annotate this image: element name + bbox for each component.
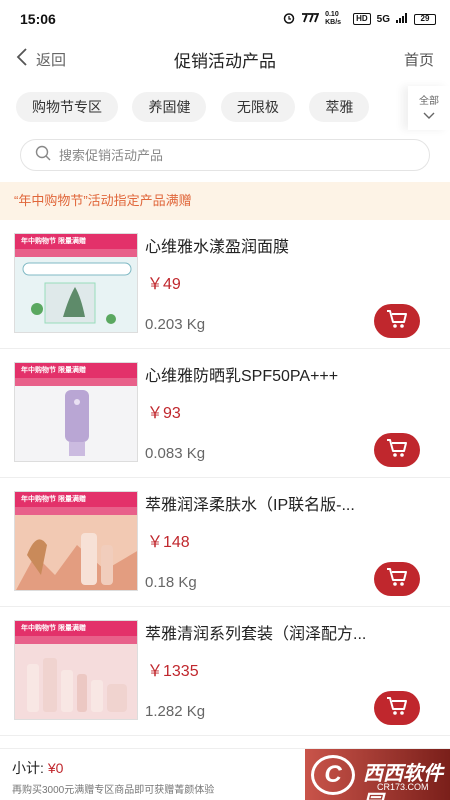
product-image: 年中购物节 限量满赠 [14, 491, 138, 591]
status-time: 15:06 [20, 11, 56, 27]
subtotal-label: 小计: [12, 760, 44, 776]
product-item[interactable]: 年中购物节 限量满赠 萃雅润泽柔肤水（IP联名版-... ￥148 0.18 K… [0, 478, 450, 607]
back-label: 返回 [36, 51, 67, 69]
chevron-left-icon [16, 47, 28, 72]
watermark-text: 西西软件园 [363, 763, 443, 800]
carrier-icon [301, 12, 320, 26]
cart-icon [386, 309, 408, 334]
status-icons: 0.10 KB/s HD 5G 29 [283, 11, 436, 27]
thumb-subbar [15, 507, 137, 515]
product-item[interactable]: 年中购物节 限量满赠 心维雅水漾盈润面膜 ￥49 0.203 Kg [0, 220, 450, 349]
product-name: 萃雅清润系列套装（润泽配方... [145, 626, 367, 643]
toner-product-illustration [15, 515, 137, 590]
signal-label: 5G [376, 13, 390, 25]
subtotal: 小计: ¥0 [12, 758, 63, 778]
thumb-banner: 年中购物节 限量满赠 [15, 363, 137, 378]
add-to-cart-button[interactable] [374, 433, 420, 467]
add-to-cart-button[interactable] [374, 304, 420, 338]
product-price: ￥93 [147, 405, 181, 422]
product-name: 心维雅水漾盈润面膜 [145, 239, 290, 256]
product-image: 年中购物节 限量满赠 [14, 620, 138, 720]
tab-scroll: 购物节专区 养固健 无限极 萃雅 [16, 92, 408, 124]
nav-bar: 返回 促销活动产品 首页 [0, 38, 450, 80]
thumb-subbar [15, 636, 137, 644]
all-categories-button[interactable]: 全部 [408, 86, 450, 130]
search-bar [20, 139, 430, 171]
tab-shopping-festival[interactable]: 购物节专区 [16, 92, 118, 122]
product-weight: 0.18 Kg [145, 574, 197, 591]
page-title: 促销活动产品 [174, 51, 276, 71]
search-icon [35, 145, 51, 166]
product-item[interactable]: 年中购物节 限量满赠 萃雅清润系列套装（润泽配方... ￥1335 1.282 … [0, 607, 450, 736]
sunscreen-product-illustration [15, 386, 137, 461]
product-price: ￥148 [147, 534, 190, 551]
product-price: ￥1335 [147, 663, 199, 680]
product-name: 萃雅润泽柔肤水（IP联名版-... [145, 497, 355, 514]
tab-yanggujian[interactable]: 养固健 [132, 92, 207, 122]
tab-wuxianji[interactable]: 无限极 [220, 92, 295, 122]
tab-cuiya[interactable]: 萃雅 [309, 92, 370, 122]
alarm-icon [283, 12, 295, 27]
product-list: 年中购物节 限量满赠 心维雅水漾盈润面膜 ￥49 0.203 Kg 年中购物节 … [0, 220, 450, 748]
product-price: ￥49 [147, 276, 181, 293]
category-tabs: 购物节专区 养固健 无限极 萃雅 全部 [0, 86, 450, 130]
skincare-set-illustration [15, 644, 137, 719]
search-input[interactable] [59, 147, 399, 163]
hd-badge: HD [353, 13, 371, 25]
cart-icon [386, 696, 408, 721]
watermark-sub: CR173.COM [377, 782, 429, 792]
mask-product-illustration [15, 257, 137, 332]
home-link[interactable]: 首页 [404, 49, 434, 70]
product-image: 年中购物节 限量满赠 [14, 362, 138, 462]
thumb-banner: 年中购物节 限量满赠 [15, 492, 137, 507]
product-item[interactable]: 年中购物节 限量满赠 心维雅防晒乳SPF50PA+++ ￥93 0.083 Kg [0, 349, 450, 478]
thumb-subbar [15, 378, 137, 386]
watermark-logo-icon: C [311, 755, 355, 795]
gift-tip: 再购买3000元满赠专区商品即可获赠菁颜体验 [12, 785, 215, 796]
site-watermark: C 西西软件园 CR173.COM [305, 749, 450, 800]
add-to-cart-button[interactable] [374, 691, 420, 725]
thumb-subbar [15, 249, 137, 257]
product-weight: 0.083 Kg [145, 445, 206, 462]
product-weight: 1.282 Kg [145, 703, 206, 720]
cart-icon [386, 567, 408, 592]
back-button[interactable]: 返回 [16, 47, 66, 72]
product-image: 年中购物节 限量满赠 [14, 233, 138, 333]
product-name: 心维雅防晒乳SPF50PA+++ [145, 368, 339, 385]
all-categories-label: 全部 [419, 95, 439, 107]
promo-banner: “年中购物节”活动指定产品满赠 [0, 182, 450, 220]
cart-footer: 小计:¥0 再购买3000元满赠专区商品即可获赠菁颜体验 C 西西软件园 CR1… [0, 748, 450, 800]
cart-icon [386, 438, 408, 463]
add-to-cart-button[interactable] [374, 562, 420, 596]
thumb-banner: 年中购物节 限量满赠 [15, 621, 137, 636]
signal-icon [396, 12, 408, 26]
subtotal-value: ¥0 [47, 760, 64, 776]
net-speed: 0.10 KB/s [325, 11, 342, 26]
thumb-banner: 年中购物节 限量满赠 [15, 234, 137, 249]
chevron-down-icon [423, 107, 435, 125]
battery-icon: 29 [414, 13, 436, 25]
product-weight: 0.203 Kg [145, 316, 206, 333]
status-bar: 15:06 0.10 KB/s HD 5G 29 [0, 0, 450, 38]
